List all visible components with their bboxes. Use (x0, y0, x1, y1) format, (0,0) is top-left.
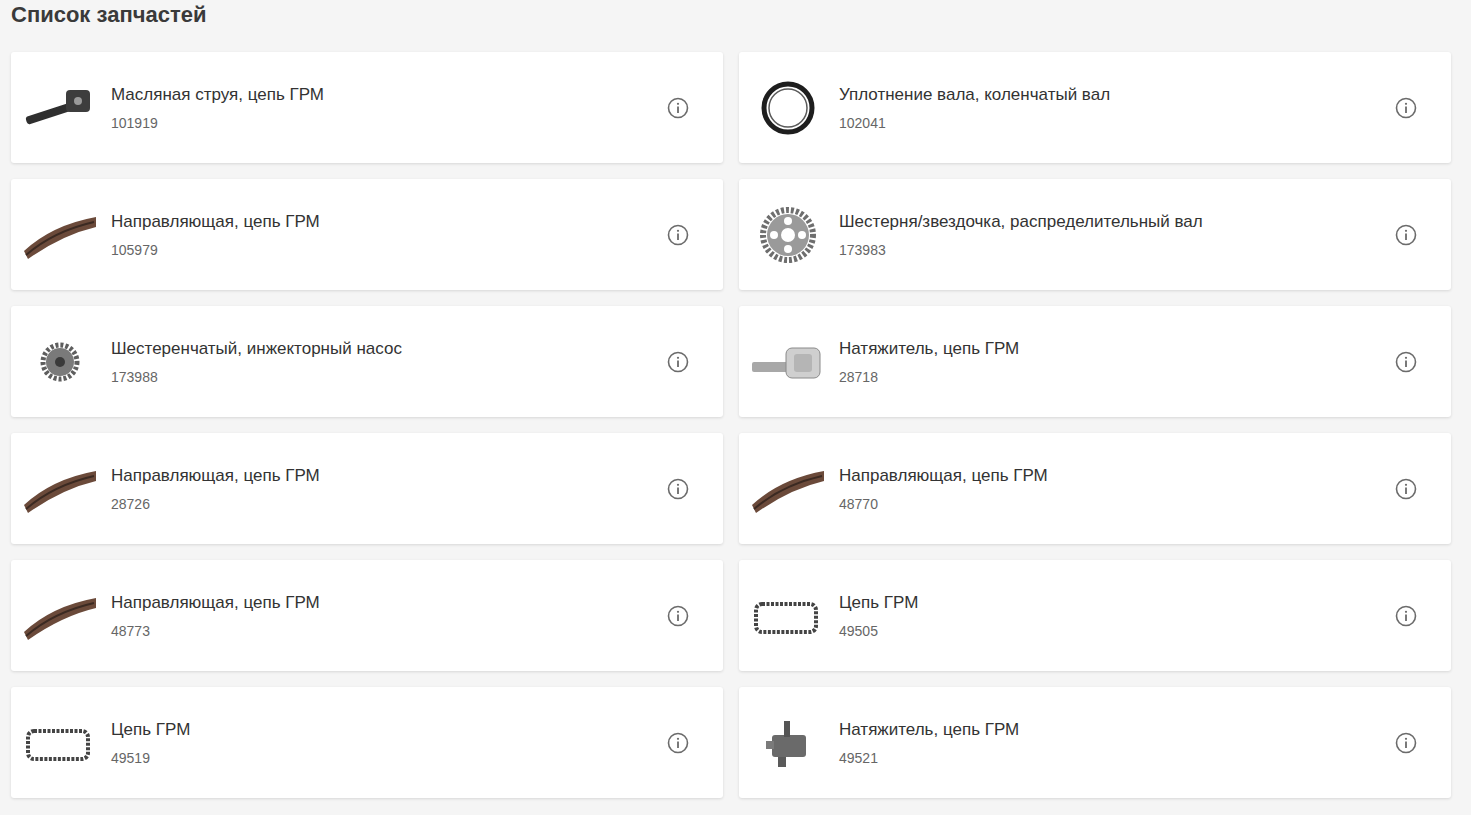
part-info: Натяжитель, цепь ГРМ 28718 (839, 338, 1383, 386)
part-number: 105979 (111, 241, 655, 259)
part-info: Шестеренчатый, инжекторный насос 173988 (111, 338, 655, 386)
part-name[interactable]: Цепь ГРМ (839, 592, 1383, 613)
part-card[interactable]: Уплотнение вала, коленчатый вал 102041 (739, 52, 1451, 163)
part-name[interactable]: Уплотнение вала, коленчатый вал (839, 84, 1383, 105)
part-name[interactable]: Натяжитель, цепь ГРМ (839, 719, 1383, 740)
page: Список запчастей Масляная струя, цепь ГР… (0, 0, 1471, 798)
part-image-icon (22, 713, 98, 773)
part-image-icon (750, 332, 826, 392)
part-number: 48770 (839, 495, 1383, 513)
info-icon[interactable] (1395, 732, 1417, 754)
part-card[interactable]: Шестеренчатый, инжекторный насос 173988 (11, 306, 723, 417)
part-number: 48773 (111, 622, 655, 640)
part-name[interactable]: Масляная струя, цепь ГРМ (111, 84, 655, 105)
part-name[interactable]: Шестеренчатый, инжекторный насос (111, 338, 655, 359)
part-info: Цепь ГРМ 49505 (839, 592, 1383, 640)
part-card[interactable]: Цепь ГРМ 49519 (11, 687, 723, 798)
part-image-icon (22, 459, 98, 519)
part-name[interactable]: Направляющая, цепь ГРМ (111, 465, 655, 486)
part-name[interactable]: Направляющая, цепь ГРМ (839, 465, 1383, 486)
part-image-icon (750, 459, 826, 519)
info-icon[interactable] (1395, 351, 1417, 373)
part-number: 102041 (839, 114, 1383, 132)
part-image-icon (750, 713, 826, 773)
part-image-icon (22, 205, 98, 265)
part-info: Натяжитель, цепь ГРМ 49521 (839, 719, 1383, 767)
part-card[interactable]: Натяжитель, цепь ГРМ 28718 (739, 306, 1451, 417)
info-icon[interactable] (667, 605, 689, 627)
part-card[interactable]: Направляющая, цепь ГРМ 105979 (11, 179, 723, 290)
part-number: 49519 (111, 749, 655, 767)
part-info: Направляющая, цепь ГРМ 48770 (839, 465, 1383, 513)
info-icon[interactable] (667, 224, 689, 246)
info-icon[interactable] (1395, 224, 1417, 246)
info-icon[interactable] (667, 351, 689, 373)
part-card[interactable]: Шестерня/звездочка, распределительный ва… (739, 179, 1451, 290)
info-icon[interactable] (667, 97, 689, 119)
part-number: 49521 (839, 749, 1383, 767)
part-card[interactable]: Масляная струя, цепь ГРМ 101919 (11, 52, 723, 163)
part-info: Шестерня/звездочка, распределительный ва… (839, 211, 1383, 259)
part-card[interactable]: Натяжитель, цепь ГРМ 49521 (739, 687, 1451, 798)
part-info: Направляющая, цепь ГРМ 48773 (111, 592, 655, 640)
info-icon[interactable] (1395, 605, 1417, 627)
info-icon[interactable] (1395, 478, 1417, 500)
part-image-icon (750, 78, 826, 138)
part-card[interactable]: Направляющая, цепь ГРМ 48773 (11, 560, 723, 671)
part-name[interactable]: Натяжитель, цепь ГРМ (839, 338, 1383, 359)
part-info: Цепь ГРМ 49519 (111, 719, 655, 767)
page-title: Список запчастей (11, 1, 1471, 29)
part-card[interactable]: Направляющая, цепь ГРМ 48770 (739, 433, 1451, 544)
part-number: 173988 (111, 368, 655, 386)
part-info: Уплотнение вала, коленчатый вал 102041 (839, 84, 1383, 132)
part-image-icon (750, 205, 826, 265)
part-info: Направляющая, цепь ГРМ 105979 (111, 211, 655, 259)
info-icon[interactable] (1395, 97, 1417, 119)
part-image-icon (22, 78, 98, 138)
part-number: 28718 (839, 368, 1383, 386)
part-card[interactable]: Направляющая, цепь ГРМ 28726 (11, 433, 723, 544)
part-card[interactable]: Цепь ГРМ 49505 (739, 560, 1451, 671)
parts-grid: Масляная струя, цепь ГРМ 101919 Уплотнение… (11, 52, 1451, 798)
part-number: 28726 (111, 495, 655, 513)
part-image-icon (750, 586, 826, 646)
part-name[interactable]: Направляющая, цепь ГРМ (111, 592, 655, 613)
part-image-icon (22, 586, 98, 646)
part-image-icon (22, 332, 98, 392)
part-number: 101919 (111, 114, 655, 132)
part-name[interactable]: Шестерня/звездочка, распределительный ва… (839, 211, 1383, 232)
info-icon[interactable] (667, 732, 689, 754)
part-number: 173983 (839, 241, 1383, 259)
part-number: 49505 (839, 622, 1383, 640)
part-info: Направляющая, цепь ГРМ 28726 (111, 465, 655, 513)
part-info: Масляная струя, цепь ГРМ 101919 (111, 84, 655, 132)
part-name[interactable]: Цепь ГРМ (111, 719, 655, 740)
info-icon[interactable] (667, 478, 689, 500)
part-name[interactable]: Направляющая, цепь ГРМ (111, 211, 655, 232)
